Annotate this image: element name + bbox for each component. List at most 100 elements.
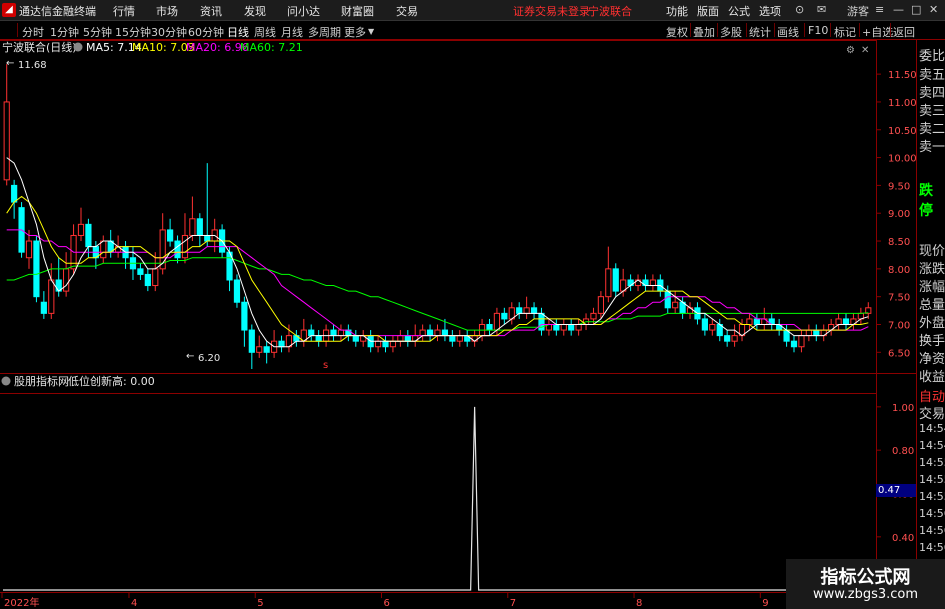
x-tick-label: 5 <box>257 598 263 608</box>
period-daily[interactable]: 日线 <box>227 24 249 40</box>
kline-chart[interactable]: 宁波联合(日线) MA5: 7.14 MA10: 7.03 MA20: 6.96… <box>0 40 945 608</box>
candle-body <box>805 329 812 337</box>
period-more[interactable]: 更多 <box>344 24 366 40</box>
candle-body <box>204 234 211 242</box>
tool-adjust[interactable]: 复权 <box>666 24 688 40</box>
tool-draw-line[interactable]: 画线 <box>777 24 799 40</box>
period-monthly[interactable]: 月线 <box>281 24 303 40</box>
candle-body <box>560 323 567 331</box>
label-commission-ratio: 委比 <box>919 49 945 64</box>
tool-add-favorite[interactable]: +自选 <box>862 24 893 40</box>
label-earnings: 收益 <box>919 370 945 385</box>
tool-statistics[interactable]: 统计 <box>749 24 771 40</box>
menu-market[interactable]: 市场 <box>156 3 178 19</box>
tool-overlay[interactable]: 叠加 <box>693 24 715 40</box>
menu-icon[interactable]: ≡ <box>875 3 884 16</box>
label-net-assets: 净资 <box>919 352 945 367</box>
trade-login-status[interactable]: 证券交易未登录 <box>513 3 590 19</box>
period-weekly[interactable]: 周线 <box>254 24 276 40</box>
candle-body <box>493 312 501 331</box>
low-price-label: 6.20 <box>198 353 220 364</box>
tool-back[interactable]: 返回 <box>893 24 915 40</box>
date-x-axis: 2022年45678910 <box>1 592 879 608</box>
trade-label: 交易 <box>919 407 945 422</box>
x-tick-label: 6 <box>384 598 390 608</box>
candle-body <box>144 273 151 287</box>
candle-body <box>553 323 560 331</box>
candle-body <box>397 335 404 342</box>
candle-body <box>337 329 345 337</box>
toolbar-separator <box>804 23 805 37</box>
tick-time: 14:54 <box>919 439 945 452</box>
menu-layout[interactable]: 版面 <box>697 3 719 19</box>
menu-options[interactable]: 选项 <box>759 3 781 19</box>
y-tick-label: 9.00 <box>888 209 910 220</box>
period-5min[interactable]: 5分钟 <box>83 24 112 40</box>
menu-wealth[interactable]: 财富圈 <box>341 3 374 19</box>
candle-body <box>731 335 738 342</box>
candle-body <box>501 312 508 320</box>
crosshair-value-box: 0.47 <box>876 484 916 497</box>
minimize-icon[interactable]: — <box>893 3 904 16</box>
candle-body <box>530 307 538 314</box>
menu-function[interactable]: 功能 <box>666 3 688 19</box>
tool-multi-stock[interactable]: 多股 <box>720 24 742 40</box>
menu-news[interactable]: 资讯 <box>200 3 222 19</box>
x-tick-label: 2022年 <box>4 596 39 608</box>
period-tick[interactable]: 分时 <box>22 24 44 40</box>
candle-body <box>3 101 10 181</box>
candle-body <box>790 340 798 348</box>
candle-body <box>278 340 285 348</box>
menu-discover[interactable]: 发现 <box>244 3 266 19</box>
toolbar-separator <box>717 23 718 37</box>
menu-ask[interactable]: 问小达 <box>287 3 320 19</box>
menu-trade[interactable]: 交易 <box>396 3 418 19</box>
toolbar-separator <box>890 23 891 37</box>
candle-body <box>85 223 92 248</box>
menu-quotes[interactable]: 行情 <box>113 3 135 19</box>
candle-body <box>25 240 33 259</box>
candle-body <box>701 318 708 331</box>
search-icon[interactable]: ⊙ <box>795 3 804 16</box>
candle-body <box>48 279 55 314</box>
limit-status: 跌停 <box>919 183 933 219</box>
settings-icon[interactable]: ⚙ <box>846 45 855 56</box>
tool-mark[interactable]: 标记 <box>834 24 856 40</box>
user-guest[interactable]: 游客 <box>847 3 869 19</box>
label-volume: 总量 <box>919 298 945 313</box>
toolbar-separator <box>746 23 747 37</box>
period-multi[interactable]: 多周期 <box>308 24 341 40</box>
candle-body <box>100 240 107 259</box>
candle-body <box>486 323 493 331</box>
tool-f10[interactable]: F10 <box>808 24 828 37</box>
candle-body <box>753 318 760 325</box>
candle-body <box>590 312 597 320</box>
close-icon[interactable]: ✕ <box>929 3 938 16</box>
trading-terminal: ◢ 通达信金融终端 行情 市场 资讯 发现 问小达 财富圈 交易 证券交易未登录… <box>0 0 945 609</box>
chevron-down-icon[interactable]: ▼ <box>368 27 374 36</box>
period-30min[interactable]: 30分钟 <box>151 24 187 40</box>
period-60min[interactable]: 60分钟 <box>188 24 224 40</box>
tick-time: 14:55 <box>919 456 945 469</box>
app-logo-icon: ◢ <box>2 3 16 17</box>
indicator-tick-label: 0.80 <box>892 446 914 457</box>
label-ask4: 卖四 <box>919 86 945 101</box>
menu-formula[interactable]: 公式 <box>728 3 750 19</box>
watermark: 指标公式网 www.zbgs3.com <box>786 559 945 609</box>
indicator-toggle-icon[interactable] <box>1 376 11 386</box>
period-1min[interactable]: 1分钟 <box>50 24 79 40</box>
label-outer-vol: 外盘 <box>919 316 945 331</box>
candle-body <box>575 323 582 331</box>
period-15min[interactable]: 15分钟 <box>115 24 151 40</box>
label-ask5: 卖五 <box>919 68 945 83</box>
candle-body <box>152 268 159 287</box>
mail-icon[interactable]: ✉ <box>817 3 826 16</box>
legend-toggle-icon[interactable] <box>73 42 83 52</box>
tick-time: 14:54 <box>919 422 945 435</box>
candle-body <box>137 268 144 275</box>
maximize-icon[interactable]: □ <box>911 3 921 16</box>
toolbar-separator <box>859 23 860 37</box>
current-stock-name: 宁波联合 <box>588 5 632 18</box>
close-panel-icon[interactable]: ✕ <box>861 45 869 56</box>
candle-body <box>382 340 389 348</box>
